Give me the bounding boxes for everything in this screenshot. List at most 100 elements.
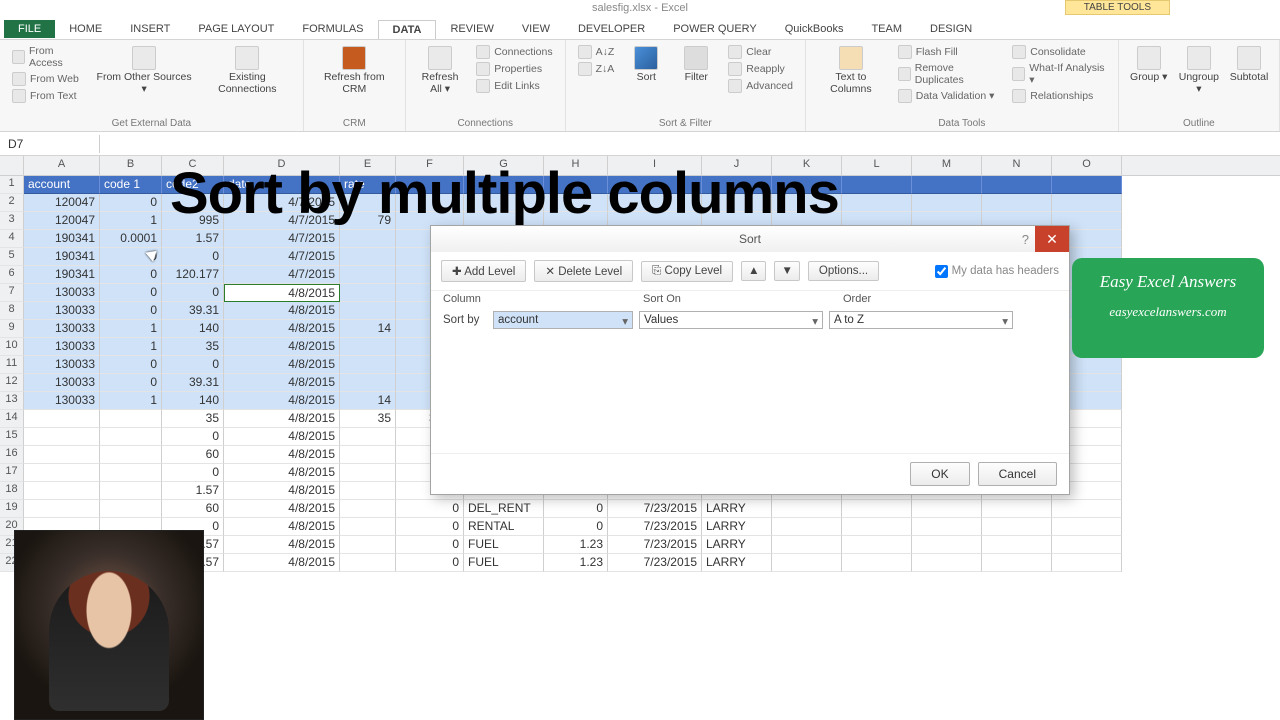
cell[interactable]: DEL_RENT <box>464 500 544 518</box>
tab-developer[interactable]: DEVELOPER <box>564 20 659 38</box>
cell[interactable] <box>842 536 912 554</box>
row-header[interactable]: 3 <box>0 212 24 230</box>
row-header[interactable]: 10 <box>0 338 24 356</box>
col-M[interactable]: M <box>912 156 982 175</box>
cell[interactable]: 130033 <box>24 302 100 320</box>
cell[interactable]: 190341 <box>24 230 100 248</box>
cell[interactable]: 39.31 <box>162 374 224 392</box>
cell[interactable]: 7/23/2015 <box>608 554 702 572</box>
advanced-button[interactable]: Advanced <box>724 78 797 94</box>
connections-button[interactable]: Connections <box>472 44 556 60</box>
reapply-button[interactable]: Reapply <box>724 61 797 77</box>
edit-links-button[interactable]: Edit Links <box>472 78 556 94</box>
cell[interactable]: 4/8/2015 <box>224 410 340 428</box>
cell[interactable] <box>100 428 162 446</box>
cell[interactable] <box>912 500 982 518</box>
cell[interactable]: 4/8/2015 <box>224 320 340 338</box>
row-header[interactable]: 7 <box>0 284 24 302</box>
cell[interactable]: 4/8/2015 <box>224 482 340 500</box>
cell[interactable] <box>340 302 396 320</box>
cell[interactable] <box>340 446 396 464</box>
cell[interactable] <box>982 194 1052 212</box>
move-up-button[interactable]: ▲ <box>741 261 766 281</box>
cell[interactable]: account <box>24 176 100 194</box>
relationships-button[interactable]: Relationships <box>1008 88 1109 104</box>
cell[interactable]: 0 <box>162 464 224 482</box>
cell[interactable]: 0 <box>396 554 464 572</box>
tab-review[interactable]: REVIEW <box>436 20 507 38</box>
cell[interactable]: 1 <box>100 320 162 338</box>
cell[interactable] <box>24 446 100 464</box>
cell[interactable]: 4/8/2015 <box>224 374 340 392</box>
tab-team[interactable]: TEAM <box>857 20 916 38</box>
col-O[interactable]: O <box>1052 156 1122 175</box>
tab-formulas[interactable]: FORMULAS <box>288 20 377 38</box>
cell[interactable]: 0 <box>396 536 464 554</box>
cell[interactable] <box>100 500 162 518</box>
flash-fill-button[interactable]: Flash Fill <box>894 44 1003 60</box>
cell[interactable] <box>340 554 396 572</box>
cell[interactable]: 4/8/2015 <box>224 518 340 536</box>
cell[interactable]: 1.23 <box>544 554 608 572</box>
cell[interactable]: RENTAL <box>464 518 544 536</box>
cell[interactable]: 14 <box>340 392 396 410</box>
cell[interactable]: LARRY <box>702 518 772 536</box>
cell[interactable] <box>1052 554 1122 572</box>
cell[interactable] <box>100 482 162 500</box>
cell[interactable] <box>340 338 396 356</box>
row-header[interactable]: 8 <box>0 302 24 320</box>
cell[interactable] <box>772 536 842 554</box>
cell[interactable] <box>912 554 982 572</box>
row-header[interactable]: 6 <box>0 266 24 284</box>
cell[interactable]: 7/23/2015 <box>608 518 702 536</box>
cell[interactable]: 120.177 <box>162 266 224 284</box>
cell[interactable]: 120047 <box>24 212 100 230</box>
row-header[interactable]: 2 <box>0 194 24 212</box>
move-down-button[interactable]: ▼ <box>774 261 799 281</box>
cell[interactable]: 4/8/2015 <box>224 554 340 572</box>
cell[interactable]: 0 <box>100 194 162 212</box>
cell[interactable] <box>842 518 912 536</box>
row-header[interactable]: 1 <box>0 176 24 194</box>
what-if-button[interactable]: What-If Analysis ▾ <box>1008 61 1109 87</box>
cell[interactable]: 130033 <box>24 338 100 356</box>
cell[interactable] <box>24 428 100 446</box>
cell[interactable]: 130033 <box>24 320 100 338</box>
cell[interactable] <box>772 518 842 536</box>
cell[interactable] <box>772 500 842 518</box>
cell[interactable]: 60 <box>162 500 224 518</box>
col-A[interactable]: A <box>24 156 100 175</box>
cell[interactable]: 1 <box>100 392 162 410</box>
sort-button[interactable]: Sort <box>624 44 668 86</box>
cell[interactable] <box>1052 518 1122 536</box>
cell[interactable] <box>842 500 912 518</box>
cell[interactable] <box>340 428 396 446</box>
subtotal-button[interactable]: Subtotal <box>1227 44 1271 86</box>
ok-button[interactable]: OK <box>910 462 969 486</box>
cell[interactable]: 39.31 <box>162 302 224 320</box>
row-header[interactable]: 12 <box>0 374 24 392</box>
cell[interactable]: 140 <box>162 320 224 338</box>
cell[interactable]: 0 <box>162 428 224 446</box>
text-to-columns-button[interactable]: Text to Columns <box>814 44 888 97</box>
cell[interactable] <box>340 356 396 374</box>
cell[interactable]: 0 <box>162 248 224 266</box>
cell[interactable]: 0 <box>100 266 162 284</box>
cell[interactable]: 130033 <box>24 374 100 392</box>
cell[interactable] <box>340 248 396 266</box>
has-headers-checkbox[interactable]: My data has headers <box>935 265 1059 278</box>
cell[interactable] <box>912 194 982 212</box>
cell[interactable]: 0 <box>162 356 224 374</box>
row-header[interactable]: 18 <box>0 482 24 500</box>
cell[interactable] <box>100 410 162 428</box>
cell[interactable]: 1.57 <box>162 230 224 248</box>
row-header[interactable]: 14 <box>0 410 24 428</box>
cell[interactable] <box>340 464 396 482</box>
cell[interactable]: 4/8/2015 <box>224 500 340 518</box>
cell[interactable]: 0 <box>100 284 162 302</box>
cell[interactable]: 0 <box>162 284 224 302</box>
tab-view[interactable]: VIEW <box>508 20 564 38</box>
cell[interactable] <box>24 482 100 500</box>
cell[interactable]: 35 <box>162 338 224 356</box>
cell[interactable]: 4/8/2015 <box>224 356 340 374</box>
